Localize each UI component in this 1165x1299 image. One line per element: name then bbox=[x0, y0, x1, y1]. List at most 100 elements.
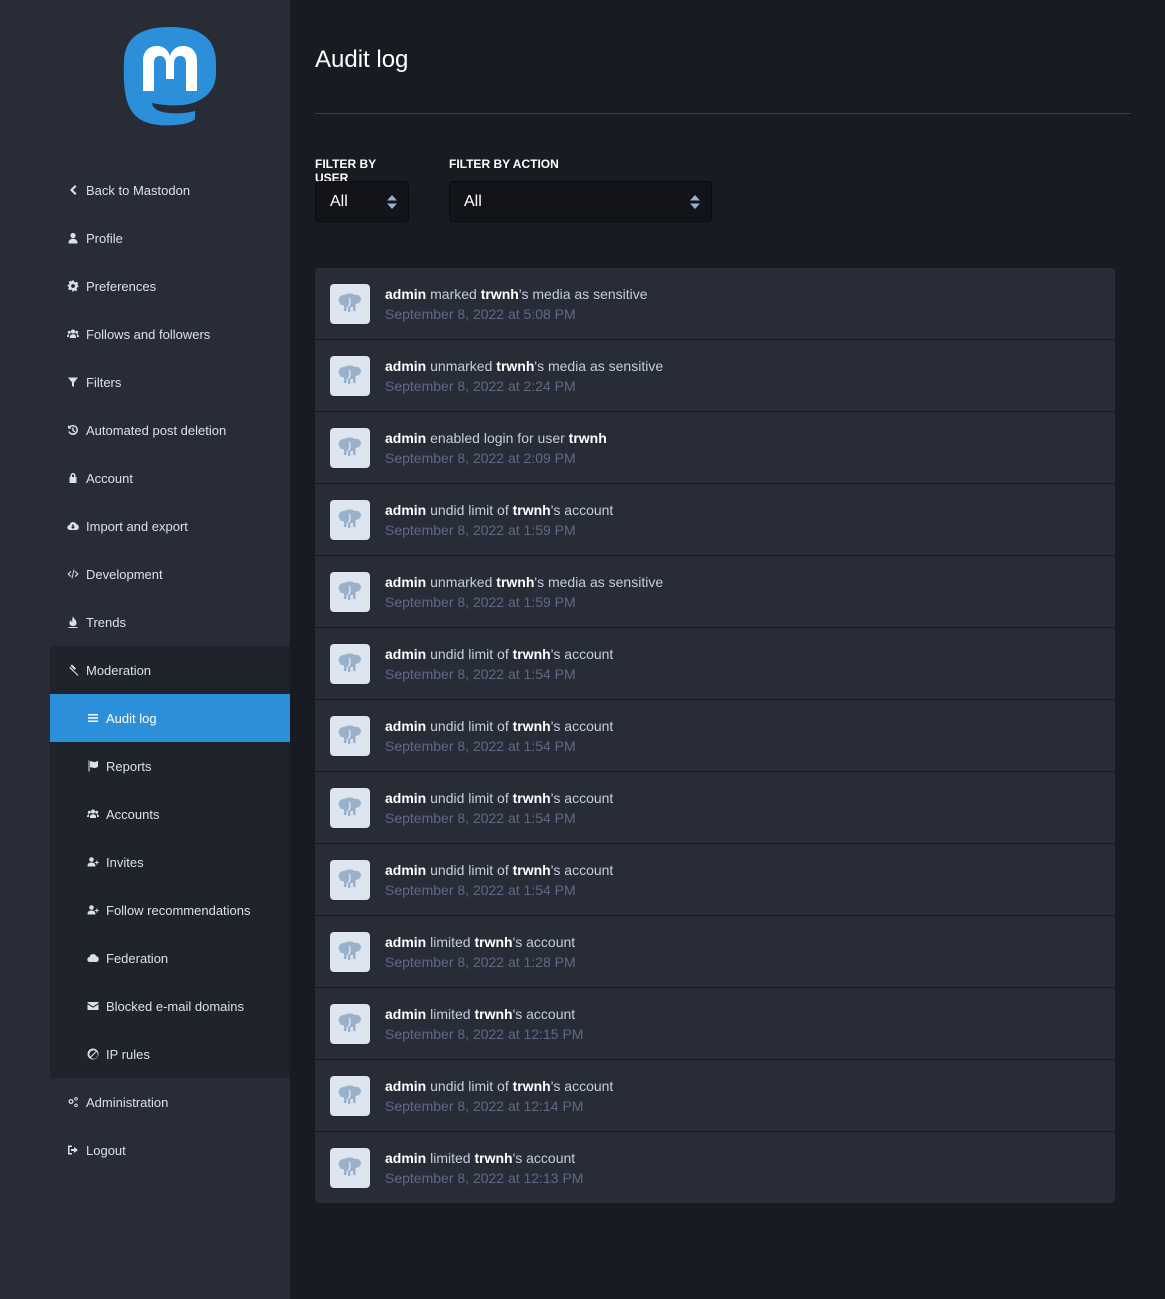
avatar[interactable] bbox=[330, 1147, 370, 1188]
filter-by-action-select[interactable]: All bbox=[449, 181, 712, 222]
log-target-link[interactable]: trwnh bbox=[496, 574, 534, 590]
log-actor-link[interactable]: admin bbox=[385, 790, 426, 806]
log-target-link[interactable]: trwnh bbox=[474, 934, 512, 950]
log-actor-link[interactable]: admin bbox=[385, 1150, 426, 1166]
nav-trends[interactable]: Trends bbox=[50, 598, 290, 646]
nav-administration[interactable]: Administration bbox=[50, 1078, 290, 1126]
log-target-link[interactable]: trwnh bbox=[513, 790, 551, 806]
log-entry: admin undid limit of trwnh's account Sep… bbox=[315, 1060, 1115, 1132]
log-target-link[interactable]: trwnh bbox=[481, 286, 519, 302]
nav-filters[interactable]: Filters bbox=[50, 358, 290, 406]
log-target-link[interactable]: trwnh bbox=[569, 430, 607, 446]
avatar[interactable] bbox=[330, 1075, 370, 1116]
nav-reports[interactable]: Reports bbox=[50, 742, 290, 790]
log-target-link[interactable]: trwnh bbox=[496, 358, 534, 374]
nav-audit-log[interactable]: Audit log bbox=[50, 694, 290, 742]
avatar[interactable] bbox=[330, 859, 370, 900]
nav-import-and-export[interactable]: Import and export bbox=[50, 502, 290, 550]
avatar[interactable] bbox=[330, 355, 370, 396]
nav-label: Moderation bbox=[86, 662, 152, 678]
log-actor-link[interactable]: admin bbox=[385, 502, 426, 518]
log-entry: admin limited trwnh's account September … bbox=[315, 916, 1115, 988]
avatar[interactable] bbox=[330, 931, 370, 972]
log-actor-link[interactable]: admin bbox=[385, 718, 426, 734]
default-avatar-elephant-icon bbox=[338, 293, 361, 312]
nav-ip-rules[interactable]: IP rules bbox=[50, 1030, 290, 1078]
nav-label: Blocked e-mail domains bbox=[106, 998, 245, 1014]
nav-development[interactable]: Development bbox=[50, 550, 290, 598]
filter-by-user-select[interactable]: All bbox=[315, 181, 409, 222]
log-target-link[interactable]: trwnh bbox=[513, 1078, 551, 1094]
nav-profile[interactable]: Profile bbox=[50, 214, 290, 262]
nav-label: Invites bbox=[106, 854, 144, 870]
envelope-icon bbox=[86, 999, 100, 1013]
log-entry-description: admin undid limit of trwnh's account bbox=[385, 1076, 613, 1096]
avatar[interactable] bbox=[330, 283, 370, 324]
log-entry-description: admin unmarked trwnh's media as sensitiv… bbox=[385, 356, 663, 376]
nav-accounts[interactable]: Accounts bbox=[50, 790, 290, 838]
log-entry-body: admin unmarked trwnh's media as sensitiv… bbox=[385, 572, 663, 612]
log-actor-link[interactable]: admin bbox=[385, 646, 426, 662]
log-target-link[interactable]: trwnh bbox=[513, 502, 551, 518]
log-action-text: undid limit of bbox=[426, 717, 513, 734]
log-entry-description: admin unmarked trwnh's media as sensitiv… bbox=[385, 572, 663, 592]
log-action-suffix: 's media as sensitive bbox=[534, 357, 664, 374]
log-actor-link[interactable]: admin bbox=[385, 286, 426, 302]
avatar[interactable] bbox=[330, 571, 370, 612]
nav-label: Federation bbox=[106, 950, 169, 966]
log-target-link[interactable]: trwnh bbox=[513, 862, 551, 878]
log-target-link[interactable]: trwnh bbox=[513, 646, 551, 662]
log-entry-body: admin undid limit of trwnh's account Sep… bbox=[385, 500, 613, 540]
log-actor-link[interactable]: admin bbox=[385, 1006, 426, 1022]
nav-invites[interactable]: Invites bbox=[50, 838, 290, 886]
log-timestamp: September 8, 2022 at 1:54 PM bbox=[385, 665, 576, 682]
nav-federation[interactable]: Federation bbox=[50, 934, 290, 982]
log-entry: admin limited trwnh's account September … bbox=[315, 1132, 1115, 1203]
nav-back-to-mastodon[interactable]: Back to Mastodon bbox=[50, 166, 290, 214]
avatar[interactable] bbox=[330, 427, 370, 468]
nav-preferences[interactable]: Preferences bbox=[50, 262, 290, 310]
log-entry-body: admin limited trwnh's account September … bbox=[385, 932, 576, 972]
log-actor-link[interactable]: admin bbox=[385, 430, 426, 446]
log-actor-link[interactable]: admin bbox=[385, 934, 426, 950]
nav-label: Logout bbox=[86, 1142, 126, 1158]
avatar[interactable] bbox=[330, 787, 370, 828]
log-action-text: limited bbox=[426, 933, 475, 950]
log-action-text: marked bbox=[426, 285, 481, 302]
log-target-link[interactable]: trwnh bbox=[474, 1150, 512, 1166]
log-entry-description: admin undid limit of trwnh's account bbox=[385, 788, 613, 808]
nav-moderation[interactable]: Moderation bbox=[50, 646, 290, 694]
nav-label: Account bbox=[86, 470, 133, 486]
nav-logout[interactable]: Logout bbox=[50, 1126, 290, 1174]
avatar[interactable] bbox=[330, 499, 370, 540]
ban-icon bbox=[86, 1047, 100, 1061]
avatar[interactable] bbox=[330, 715, 370, 756]
log-action-text: unmarked bbox=[426, 573, 497, 590]
log-target-link[interactable]: trwnh bbox=[513, 718, 551, 734]
nav-automated-post-deletion[interactable]: Automated post deletion bbox=[50, 406, 290, 454]
select-arrows-icon bbox=[690, 195, 700, 209]
log-entry-description: admin undid limit of trwnh's account bbox=[385, 716, 613, 736]
log-entry: admin marked trwnh's media as sensitive … bbox=[315, 268, 1115, 340]
nav-account[interactable]: Account bbox=[50, 454, 290, 502]
avatar[interactable] bbox=[330, 1003, 370, 1044]
log-timestamp: September 8, 2022 at 1:59 PM bbox=[385, 593, 576, 610]
nav-blocked-email-domains[interactable]: Blocked e-mail domains bbox=[50, 982, 290, 1030]
log-entry: admin undid limit of trwnh's account Sep… bbox=[315, 484, 1115, 556]
nav-follow-recommendations[interactable]: Follow recommendations bbox=[50, 886, 290, 934]
log-entry: admin unmarked trwnh's media as sensitiv… bbox=[315, 556, 1115, 628]
log-entry-body: admin limited trwnh's account September … bbox=[385, 1004, 583, 1044]
log-target-link[interactable]: trwnh bbox=[474, 1006, 512, 1022]
log-action-suffix: 's account bbox=[550, 645, 614, 662]
default-avatar-elephant-icon bbox=[338, 581, 361, 600]
avatar[interactable] bbox=[330, 643, 370, 684]
log-timestamp: September 8, 2022 at 12:14 PM bbox=[385, 1097, 584, 1114]
log-actor-link[interactable]: admin bbox=[385, 862, 426, 878]
divider bbox=[315, 113, 1131, 114]
mastodon-logo[interactable] bbox=[121, 25, 219, 127]
log-actor-link[interactable]: admin bbox=[385, 574, 426, 590]
log-actor-link[interactable]: admin bbox=[385, 358, 426, 374]
nav-follows-and-followers[interactable]: Follows and followers bbox=[50, 310, 290, 358]
sign-out-icon bbox=[66, 1143, 80, 1157]
log-actor-link[interactable]: admin bbox=[385, 1078, 426, 1094]
